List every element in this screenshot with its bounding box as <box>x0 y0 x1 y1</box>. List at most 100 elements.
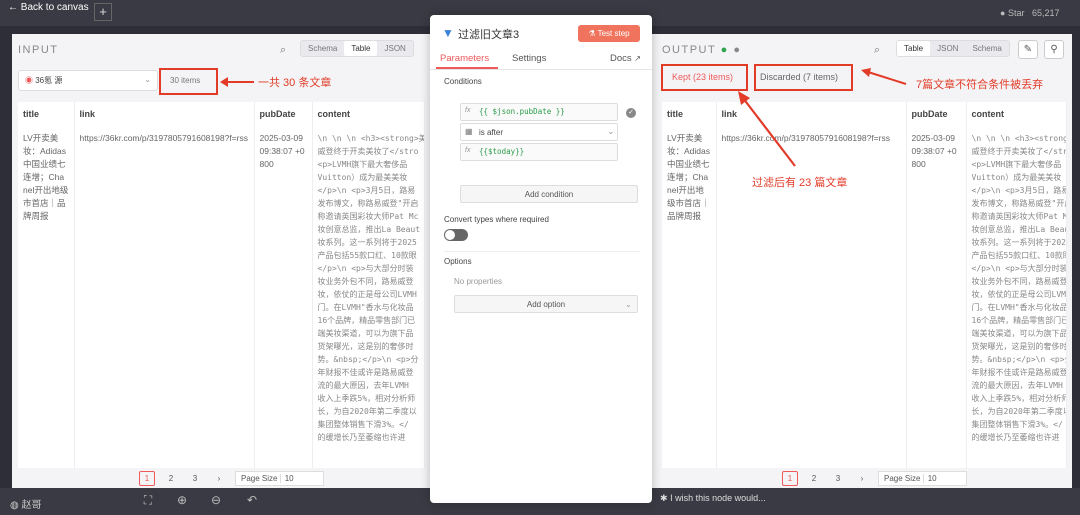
convert-types-toggle[interactable] <box>444 229 468 241</box>
page-1-button[interactable]: 1 <box>139 471 155 486</box>
page-2-button[interactable]: 2 <box>806 471 822 486</box>
output-tab-table[interactable]: Table <box>897 41 931 56</box>
add-condition-button[interactable]: Add condition <box>460 185 638 203</box>
search-icon[interactable]: ⌕ <box>874 44 880 57</box>
tab-settings[interactable]: Settings <box>512 53 546 64</box>
user-menu[interactable]: ◍ 赵哥 <box>10 496 42 511</box>
github-star[interactable]: ● Star 65,217 <box>1000 8 1060 18</box>
zoom-in-icon[interactable]: ⊕ <box>172 493 192 511</box>
left-value: {{ $json.pubDate }} <box>479 107 565 116</box>
undo-icon[interactable]: ↶ <box>242 493 262 511</box>
github-star-count: 65,217 <box>1031 8 1060 18</box>
output-tab-schema[interactable]: Schema <box>965 41 1008 56</box>
chevron-down-icon: ⌄ <box>144 75 151 84</box>
content-line: 端美妆渠道，可以为旗下品 <box>971 329 1066 338</box>
output-tab-json[interactable]: JSON <box>930 41 965 56</box>
content-line: 势。&nbsp;</p>\n <p>分 <box>971 355 1066 364</box>
content-line: 年财报不佳或许是路易威登 <box>971 368 1066 377</box>
fx-icon: fx <box>465 107 471 114</box>
page-1-button[interactable]: 1 <box>782 471 798 486</box>
content-line: 威登终于开卖美妆了</stro <box>971 147 1066 156</box>
feedback-link[interactable]: ✱ I wish this node would... <box>660 493 766 504</box>
content-line: 长，为自2020年第二季度以 <box>317 407 417 416</box>
docs-link[interactable]: Docs ↗ <box>610 53 641 64</box>
content-line: 收入上季跌5%，相对分析师 <box>317 394 416 403</box>
content-line: 流的最大原因，去年LVMH <box>971 381 1063 390</box>
col-pubdate: pubDate <box>254 102 313 126</box>
input-tab-table[interactable]: Table <box>344 41 378 56</box>
col-link: link <box>74 102 255 126</box>
page-size-select[interactable]: Page Size 10 <box>235 471 324 486</box>
operator-select[interactable]: ▦ is after ⌄ <box>460 123 618 141</box>
content-line: 妆，依仗的正是母公司LVMH <box>971 290 1066 299</box>
test-step-button[interactable]: ⚗ Test step <box>578 25 640 42</box>
condition-left-field[interactable]: fx {{ $json.pubDate }} <box>460 103 618 121</box>
tabs-divider <box>430 69 652 70</box>
table-row: LV开卖美妆：Adidas中国业绩七连增；Chanel开出地级市首店｜品牌周报 … <box>662 126 1067 468</box>
annotation-kept: 过滤后有 23 篇文章 <box>752 177 848 189</box>
annotation-box-kept <box>661 64 748 91</box>
input-tab-schema[interactable]: Schema <box>301 41 344 56</box>
lightbulb-icon: ✱ <box>660 493 668 503</box>
input-panel: INPUT ⌕ Schema Table JSON ◉ 36氪 源 ⌄ 30 i… <box>12 34 430 494</box>
content-line: 妆业务外包不同，路易威登 <box>317 277 414 286</box>
content-line: </p>\n <p>与大部分时装 <box>971 264 1066 273</box>
page-size-select[interactable]: Page Size 10 <box>878 471 967 486</box>
info-icon: ● <box>733 44 742 56</box>
content-line: 流的最大原因，去年LVMH <box>317 381 409 390</box>
no-properties-text: No properties <box>454 277 503 286</box>
annotation-box-items <box>159 68 218 95</box>
toggle-knob <box>445 230 455 240</box>
annotation-arrow-discarded <box>861 68 907 85</box>
col-title: title <box>18 102 75 126</box>
output-title: OUTPUT ● ● <box>662 44 741 56</box>
condition-right-field[interactable]: fx {{$today}} <box>460 143 618 161</box>
page-2-button[interactable]: 2 <box>163 471 179 486</box>
add-option-label: Add option <box>526 300 566 309</box>
output-view-toggle: Table JSON Schema <box>896 40 1010 57</box>
next-page-button[interactable]: › <box>854 471 870 486</box>
annotation-arrow-kept <box>738 91 796 167</box>
content-line: 妆业务外包不同，路易威登 <box>971 277 1066 286</box>
next-page-button[interactable]: › <box>211 471 227 486</box>
node-title[interactable]: 过滤旧文章3 <box>458 26 519 42</box>
content-line: 妆系列。这一系列将于2025 <box>971 238 1066 247</box>
cell-title: LV开卖美妆：Adidas中国业绩七连增；Chanel开出地级市首店｜品牌周报 <box>18 126 75 468</box>
feedback-text: I wish this node would... <box>670 493 766 503</box>
input-tab-json[interactable]: JSON <box>377 41 412 56</box>
content-line: 称邀请英国彩妆大师Pat Mc <box>317 212 419 221</box>
pin-icon: ⚲ <box>1050 44 1058 55</box>
search-icon[interactable]: ⌕ <box>280 44 286 57</box>
fit-view-icon[interactable]: ⛶ <box>138 493 158 511</box>
tab-parameters[interactable]: Parameters <box>440 53 489 64</box>
add-tab-button[interactable]: + <box>94 3 112 21</box>
input-table: title link pubDate content LV开卖美妆：Adidas… <box>18 102 425 468</box>
content-line: 收入上季跌5%，相对分析师 <box>971 394 1066 403</box>
edit-output-button[interactable]: ✎ <box>1018 40 1038 59</box>
content-line: <p>LVMH旗下最大奢侈品 <box>317 160 408 169</box>
zoom-out-icon[interactable]: ⊖ <box>206 493 226 511</box>
user-name: 赵哥 <box>21 500 42 511</box>
input-source-select[interactable]: ◉ 36氪 源 ⌄ <box>18 70 158 91</box>
github-icon: ● <box>1000 8 1006 18</box>
cell-content: \n \n \n <h3><strong>美威登终于开卖美妆了</stro <p>… <box>312 126 425 468</box>
content-line: \n \n \n <h3><strong>美 <box>317 134 424 143</box>
rss-icon: ◉ <box>25 76 33 85</box>
calendar-icon: ▦ <box>465 127 473 136</box>
external-link-icon: ↗ <box>634 54 641 63</box>
back-label: Back to canvas <box>20 2 89 13</box>
content-line: 妆创意总监，推出La Beaut <box>971 225 1066 234</box>
content-line: 年财报不佳或许是路易威登 <box>317 368 414 377</box>
content-line: Vuitton）成为最美美妆 <box>971 173 1062 182</box>
page-3-button[interactable]: 3 <box>187 471 203 486</box>
options-divider <box>444 251 640 252</box>
content-line: \n \n \n <h3><strong>美 <box>971 134 1066 143</box>
page-3-button[interactable]: 3 <box>830 471 846 486</box>
add-option-select[interactable]: Add option ⌄ <box>454 295 638 313</box>
back-to-canvas-link[interactable]: ← Back to canvas <box>8 2 89 13</box>
content-line: 端美妆渠道，可以为旗下品 <box>317 329 414 338</box>
content-line: 产品包括55款口红、10款眼 <box>317 251 417 260</box>
annotation-box-discarded <box>754 64 853 91</box>
pin-output-button[interactable]: ⚲ <box>1044 40 1064 59</box>
content-line: 货架曝光，这是别的奢侈时 <box>971 342 1066 351</box>
